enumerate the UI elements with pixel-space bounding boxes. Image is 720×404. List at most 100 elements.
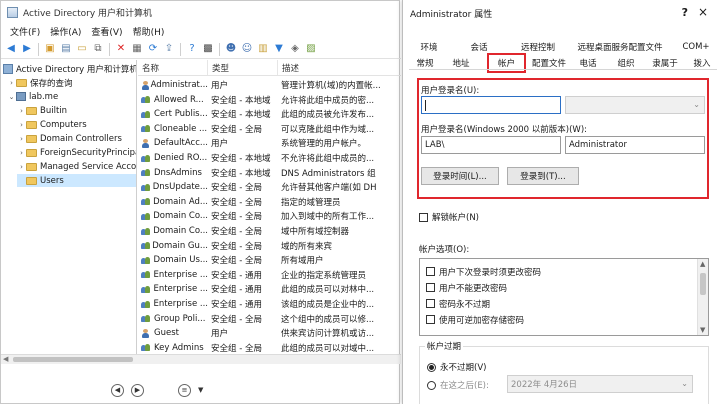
table-row[interactable]: Cloneable ... 安全组 - 全局 可以克隆此组中作为域... [138,122,401,136]
logon-name-input[interactable] [421,96,561,114]
close-icon[interactable]: × [698,5,708,19]
table-row[interactable]: Domain Us... 安全组 - 全局 所有域用户 [138,253,401,267]
account-option-checkbox[interactable] [426,315,435,324]
filter-icon[interactable]: ▼ [272,42,286,56]
help-icon[interactable]: ? [185,42,199,56]
menu-view[interactable]: 查看(V) [86,25,127,38]
table-row[interactable]: Group Poli... 安全组 - 全局 这个组中的成员可以修... [138,312,401,326]
copy-icon[interactable]: ⧉ [91,42,105,56]
chevron-right-icon[interactable]: › [7,79,16,87]
scroll-down-icon[interactable]: ▼ [700,326,705,334]
tree-item-root[interactable]: Active Directory 用户和计算机 [3,62,136,75]
expiry-date-picker[interactable]: 2022年 4月26日 ⌄ [507,375,693,393]
upn-suffix-combo[interactable]: ⌄ [565,96,705,114]
logon-to-button[interactable]: 登录到(T)... [507,167,579,185]
chevron-right-icon[interactable]: › [17,163,26,171]
account-option-item[interactable]: 密码永不过期 [426,297,490,310]
nav-options-icon[interactable]: ≡ [178,383,191,397]
tab-rds-profile[interactable]: 远程桌面服务配置文件 [577,40,663,53]
unlock-account-option[interactable]: 解锁帐户(N) [419,211,479,223]
column-header-name[interactable]: 名称 [138,60,208,75]
table-row[interactable]: Key Admins 安全组 - 全局 此组的成员可以对域中... [138,341,401,354]
console-icon[interactable]: ▩ [201,42,215,56]
dropdown-arrow-icon[interactable]: ▼ [198,386,203,394]
chevron-right-icon[interactable]: › [17,107,26,115]
end-of-option[interactable]: 在这之后(E): [427,379,489,391]
tree-item-domain[interactable]: ⌄ lab.me [7,90,59,103]
account-option-item[interactable]: 用户下次登录时须更改密码 [426,265,541,278]
table-row[interactable]: Guest 用户 供来宾访问计算机或访... [138,326,401,340]
table-row[interactable]: Denied RO... 安全组 - 本地域 不允许将此组中成员的... [138,151,401,165]
export-list-icon[interactable]: ⇪ [162,42,176,56]
refresh-icon[interactable]: ⟳ [146,42,160,56]
table-row[interactable]: Domain Gu... 安全组 - 全局 域的所有来宾 [138,239,401,253]
tab-com-plus[interactable]: COM+ [678,40,714,53]
tree-item-users[interactable]: Users [17,174,136,187]
unlock-account-checkbox[interactable] [419,212,428,222]
table-row[interactable]: DnsUpdate... 安全组 - 全局 允许替其他客户端(如 DH [138,180,401,194]
tab-member-of[interactable]: 隶属于 [648,56,682,69]
tab-dial-in[interactable]: 拨入 [689,56,715,69]
tree-item-foreign-security[interactable]: › ForeignSecurityPrincipa [17,146,136,159]
table-row[interactable]: Enterprise ... 安全组 - 通用 此组的成员可以对林中... [138,282,401,296]
tree-item-saved-queries[interactable]: › 保存的查询 [7,76,73,89]
help-icon[interactable]: ? [682,6,688,19]
column-header-description[interactable]: 描述 [278,60,401,75]
chevron-down-icon[interactable]: ⌄ [7,93,16,101]
tree-item-managed-service[interactable]: › Managed Service Acco [17,160,136,173]
table-row[interactable]: Enterprise ... 安全组 - 通用 该组的成员是企业中的... [138,297,401,311]
table-row[interactable]: Domain Ad... 安全组 - 全局 指定的域管理员 [138,195,401,209]
never-expires-option[interactable]: 永不过期(V) [427,361,486,373]
tree-item-builtin[interactable]: › Builtin [17,104,67,117]
chevron-right-icon[interactable]: › [17,135,26,143]
new-ou-icon[interactable]: ▥ [256,42,270,56]
back-arrow-icon[interactable]: ◀ [4,42,18,56]
tree-item-computers[interactable]: › Computers [17,118,87,131]
column-header-type[interactable]: 类型 [208,60,278,75]
tree-item-domain-controllers[interactable]: › Domain Controllers [17,132,122,145]
show-tree-icon[interactable]: ▤ [59,42,73,56]
tab-telephones[interactable]: 电话 [575,56,601,69]
nav-next-icon[interactable]: ▶ [131,383,144,397]
find-icon[interactable]: ◈ [288,42,302,56]
calendar-dropdown-icon[interactable]: ⌄ [681,379,688,388]
table-row[interactable]: Administrat... 用户 管理计算机(域)的内置帐... [138,78,401,92]
folder-icon[interactable]: ▭ [75,42,89,56]
new-group-icon[interactable]: ☺ [240,42,254,56]
up-folder-icon[interactable]: ▣ [43,42,57,56]
tab-organization[interactable]: 组织 [613,56,639,69]
menu-file[interactable]: 文件(F) [5,25,45,38]
table-row[interactable]: DnsAdmins 安全组 - 本地域 DNS Administrators 组 [138,166,401,180]
never-expires-radio[interactable] [427,362,436,372]
scroll-up-icon[interactable]: ▲ [700,260,705,268]
chevron-right-icon[interactable]: › [17,149,26,157]
account-option-checkbox[interactable] [426,267,435,276]
table-row[interactable]: Domain Co... 安全组 - 全局 域中所有域控制器 [138,224,401,238]
tab-account[interactable]: 帐户 [487,53,526,73]
menu-action[interactable]: 操作(A) [45,25,86,38]
menu-help[interactable]: 帮助(H) [128,25,170,38]
account-option-checkbox[interactable] [426,299,435,308]
tab-profile[interactable]: 配置文件 [529,56,569,69]
table-row[interactable]: Enterprise ... 安全组 - 通用 企业的指定系统管理员 [138,268,401,282]
delete-icon[interactable]: ✕ [114,42,128,56]
table-row[interactable]: Allowed R... 安全组 - 本地域 允许将此组中成员的密... [138,93,401,107]
account-option-checkbox[interactable] [426,283,435,292]
chevron-right-icon[interactable]: › [17,121,26,129]
pre2000-logon-input[interactable]: Administrator [565,136,705,154]
tab-remote-control[interactable]: 远程控制 [516,40,560,53]
end-of-radio[interactable] [427,380,436,390]
properties-icon[interactable]: ▦ [130,42,144,56]
scrollbar-thumb[interactable] [700,273,706,295]
chevron-down-icon[interactable]: ⌄ [693,100,700,109]
scrollbar-thumb[interactable] [13,357,133,362]
account-option-item[interactable]: 用户不能更改密码 [426,281,507,294]
nav-previous-icon[interactable]: ◀ [111,383,124,397]
tab-general[interactable]: 常规 [411,56,439,69]
options-scrollbar[interactable]: ▲ ▼ [697,259,708,335]
horizontal-scrollbar[interactable]: ◀ [1,354,401,364]
table-row[interactable]: Domain Co... 安全组 - 全局 加入到域中的所有工作... [138,209,401,223]
new-user-icon[interactable]: ☻ [224,42,238,56]
scroll-left-icon[interactable]: ◀ [3,355,8,363]
forward-arrow-icon[interactable]: ▶ [20,42,34,56]
